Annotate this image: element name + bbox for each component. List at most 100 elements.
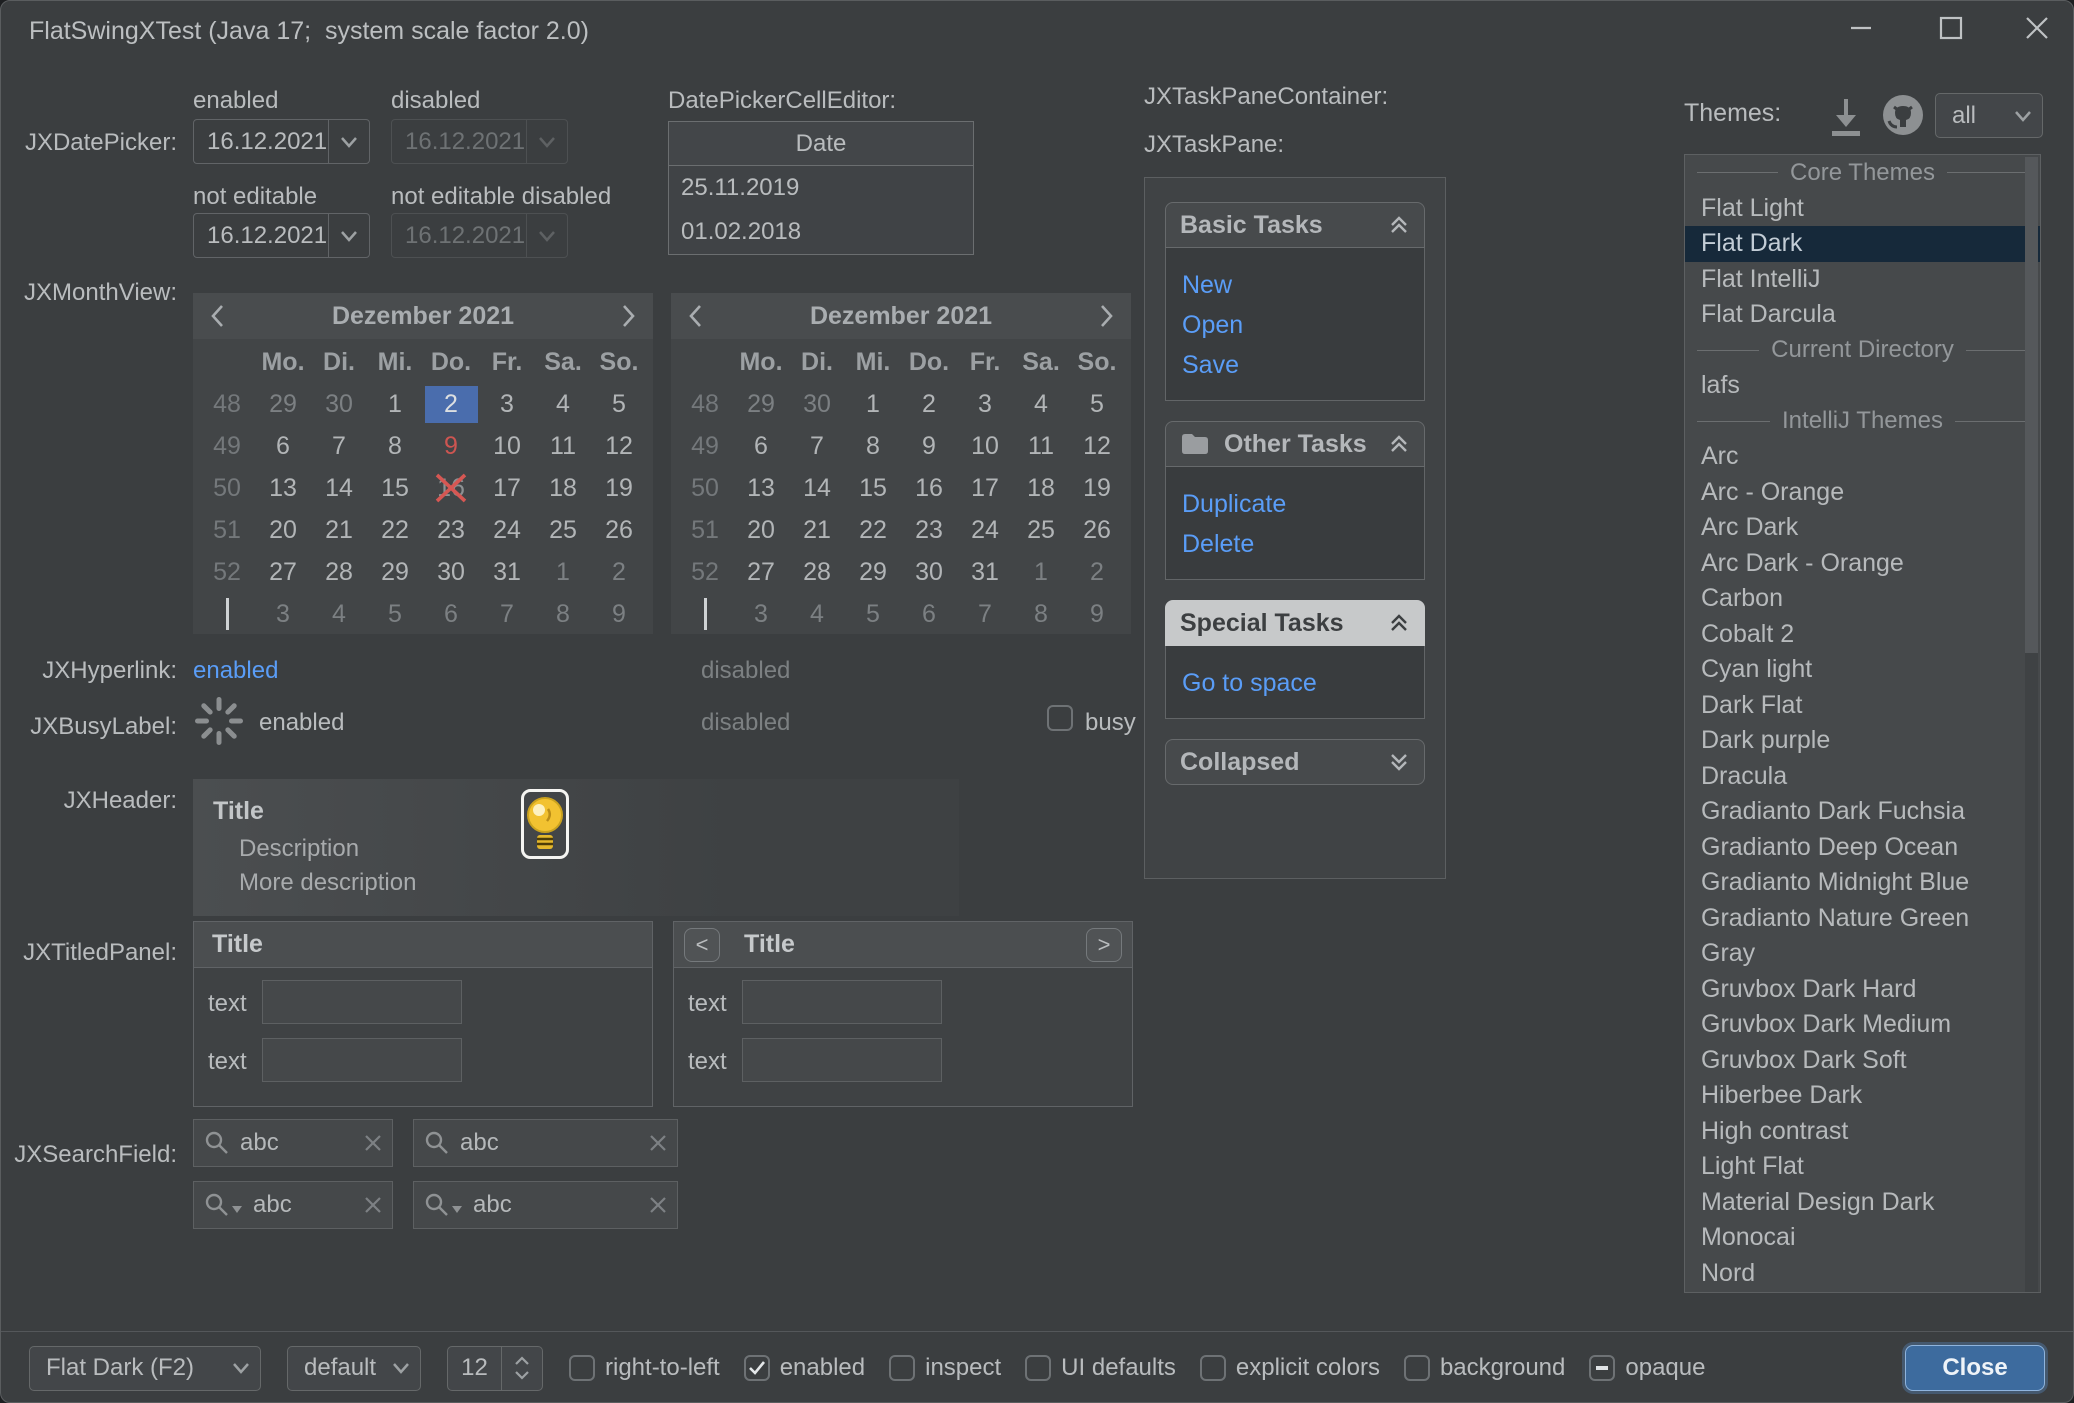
theme-list-item[interactable]: Dracula [1685, 759, 2040, 795]
calendar-day[interactable]: 30 [423, 551, 479, 593]
double-chevron-up-icon[interactable] [1388, 214, 1410, 236]
calendar-day[interactable]: 26 [1069, 509, 1125, 551]
theme-list-item[interactable]: Dark Flat [1685, 688, 2040, 724]
theme-list-item[interactable]: Light Flat [1685, 1149, 2040, 1185]
calendar-day[interactable]: 18 [1013, 467, 1069, 509]
calendar-day[interactable]: 18 [535, 467, 591, 509]
text-input[interactable] [742, 980, 942, 1024]
calendar-next-button[interactable] [621, 303, 637, 329]
theme-list-item[interactable]: Gruvbox Dark Hard [1685, 972, 2040, 1008]
hyperlink-enabled[interactable]: enabled [193, 657, 278, 685]
calendar-day[interactable]: 3 [255, 593, 311, 635]
calendar-day[interactable]: 14 [311, 467, 367, 509]
theme-switcher-combo[interactable]: Flat Dark (F2) [29, 1346, 261, 1391]
search-field-value[interactable]: abc [473, 1191, 649, 1219]
calendar-day[interactable]: 28 [789, 551, 845, 593]
theme-list-item[interactable]: Flat Darcula [1685, 297, 2040, 333]
calendar-day[interactable]: 5 [845, 593, 901, 635]
theme-list-item[interactable]: Dark purple [1685, 723, 2040, 759]
font-size-spinner[interactable]: 12 [447, 1346, 543, 1391]
double-chevron-up-icon[interactable] [1388, 612, 1410, 634]
busy-checkbox[interactable] [1047, 705, 1073, 731]
calendar-day[interactable]: 12 [1069, 425, 1125, 467]
calendar-day[interactable]: 15 [367, 467, 423, 509]
calendar-day[interactable]: 5 [1069, 383, 1125, 425]
github-icon[interactable] [1881, 93, 1925, 142]
task-group-header[interactable]: Basic Tasks [1165, 202, 1425, 248]
theme-list-item[interactable]: Arc Dark - Orange [1685, 546, 2040, 582]
search-icon[interactable] [424, 1192, 463, 1218]
calendar-day[interactable]: 14 [789, 467, 845, 509]
download-icon[interactable] [1827, 95, 1865, 142]
theme-list-item[interactable]: Monocai [1685, 1220, 2040, 1256]
search-icon[interactable] [204, 1192, 243, 1218]
calendar-day[interactable]: 1 [1013, 551, 1069, 593]
date-picker-value[interactable]: 16.12.2021 [194, 120, 328, 163]
clear-icon[interactable] [649, 1196, 667, 1214]
maximize-button[interactable] [1927, 7, 1975, 53]
titled-panel-prev-button[interactable]: < [684, 928, 720, 962]
calendar-day[interactable]: 16 [423, 467, 479, 509]
calendar-day[interactable]: 9 [591, 593, 647, 635]
calendar-day[interactable]: 4 [789, 593, 845, 635]
clear-icon[interactable] [364, 1134, 382, 1152]
themes-filter-combo[interactable]: all [1935, 93, 2043, 138]
calendar-day[interactable]: 6 [423, 593, 479, 635]
right-to-left-checkbox[interactable] [569, 1355, 595, 1381]
task-group-header[interactable]: Collapsed [1165, 739, 1425, 785]
calendar-day[interactable]: 2 [591, 551, 647, 593]
calendar-day[interactable]: 6 [733, 425, 789, 467]
calendar-day[interactable]: 2 [901, 383, 957, 425]
minimize-button[interactable] [1837, 7, 1885, 53]
calendar-day[interactable]: 5 [591, 383, 647, 425]
theme-list-item[interactable]: Hiberbee Dark [1685, 1078, 2040, 1114]
text-input[interactable] [742, 1038, 942, 1082]
calendar-day[interactable]: 29 [845, 551, 901, 593]
search-field[interactable]: abc [193, 1181, 393, 1229]
calendar-day[interactable]: 24 [479, 509, 535, 551]
theme-list-item[interactable]: High contrast [1685, 1114, 2040, 1150]
calendar-day[interactable]: 6 [901, 593, 957, 635]
calendar-day[interactable]: 17 [957, 467, 1013, 509]
calendar-day[interactable]: 1 [845, 383, 901, 425]
calendar-day[interactable]: 8 [367, 425, 423, 467]
calendar-day[interactable]: 3 [733, 593, 789, 635]
task-link[interactable]: Go to space [1182, 668, 1424, 698]
calendar-day[interactable]: 7 [479, 593, 535, 635]
table-row[interactable]: 01.02.2018 [669, 210, 973, 254]
calendar-day[interactable]: 23 [901, 509, 957, 551]
task-group-header[interactable]: Special Tasks [1165, 600, 1425, 646]
theme-list-item[interactable]: Arc [1685, 439, 2040, 475]
calendar-day[interactable]: 12 [591, 425, 647, 467]
calendar-next-button[interactable] [1099, 303, 1115, 329]
font-combo[interactable]: default [287, 1346, 421, 1391]
calendar-day[interactable]: 27 [255, 551, 311, 593]
double-chevron-up-icon[interactable] [1388, 433, 1410, 455]
calendar-day[interactable]: 28 [311, 551, 367, 593]
calendar-day[interactable]: 4 [311, 593, 367, 635]
double-chevron-down-icon[interactable] [1388, 751, 1410, 773]
background-checkbox[interactable] [1404, 1355, 1430, 1381]
theme-list-item[interactable]: Gruvbox Dark Soft [1685, 1043, 2040, 1079]
task-group-header[interactable]: Other Tasks [1165, 421, 1425, 467]
calendar-day[interactable]: 21 [311, 509, 367, 551]
calendar-day[interactable]: 25 [1013, 509, 1069, 551]
scrollbar-thumb[interactable] [2025, 157, 2038, 653]
calendar-day[interactable]: 16 [901, 467, 957, 509]
calendar-day[interactable]: 22 [845, 509, 901, 551]
theme-list-item[interactable]: Flat Dark [1685, 226, 2040, 262]
calendar-day[interactable]: 11 [1013, 425, 1069, 467]
calendar-day[interactable]: 31 [957, 551, 1013, 593]
calendar-day[interactable]: 13 [733, 467, 789, 509]
theme-list-item[interactable]: Material Design Dark [1685, 1185, 2040, 1221]
inspect-checkbox[interactable] [889, 1355, 915, 1381]
calendar-day[interactable]: 7 [789, 425, 845, 467]
calendar-day[interactable]: 17 [479, 467, 535, 509]
calendar-day[interactable]: 2 [1069, 551, 1125, 593]
calendar-day[interactable]: 8 [845, 425, 901, 467]
calendar-day[interactable]: 29 [255, 383, 311, 425]
clear-icon[interactable] [649, 1134, 667, 1152]
calendar-day[interactable]: 19 [591, 467, 647, 509]
calendar-day[interactable]: 3 [479, 383, 535, 425]
theme-list-item[interactable]: Gradianto Deep Ocean [1685, 830, 2040, 866]
